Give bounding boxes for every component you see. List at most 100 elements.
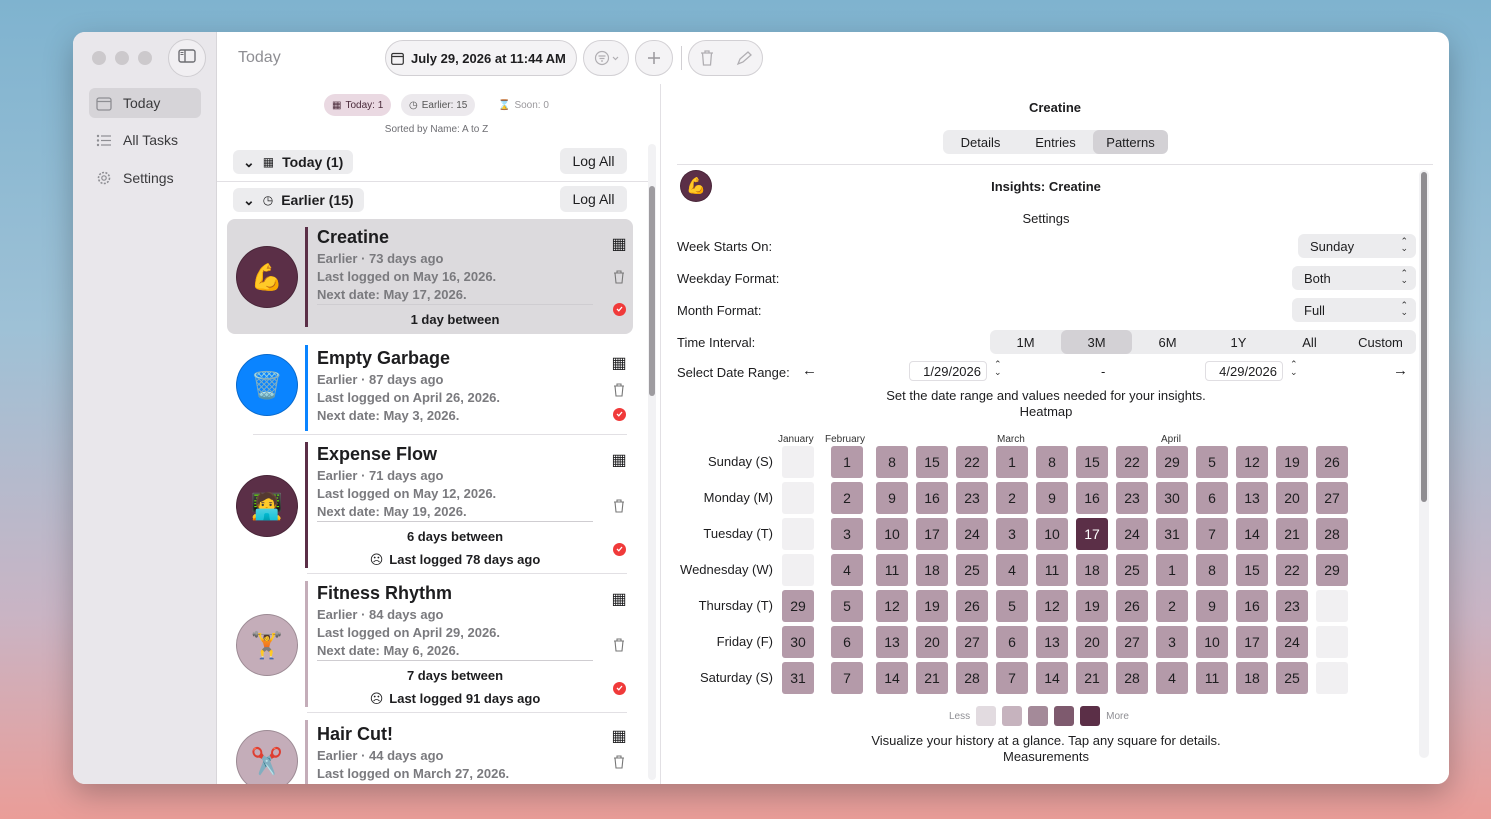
interval-1y[interactable]: 1Y: [1203, 330, 1274, 354]
heatmap-cell[interactable]: 24: [1276, 626, 1308, 658]
heatmap-cell[interactable]: 11: [1196, 662, 1228, 694]
heatmap-cell[interactable]: 5: [1196, 446, 1228, 478]
heatmap-cell[interactable]: 8: [1036, 446, 1068, 478]
weekday-format-select[interactable]: Both ⌃ ⌄: [1292, 266, 1416, 290]
heatmap-cell[interactable]: 10: [876, 518, 908, 550]
calendar-badge-icon[interactable]: ▦: [611, 452, 627, 469]
heatmap-cell[interactable]: 20: [1276, 482, 1308, 514]
calendar-badge-icon[interactable]: ▦: [611, 236, 627, 253]
heatmap-cell[interactable]: 7: [996, 662, 1028, 694]
heatmap-cell[interactable]: 1: [996, 446, 1028, 478]
heatmap-cell[interactable]: 7: [831, 662, 863, 694]
sidebar-item-all-tasks[interactable]: All Tasks: [89, 125, 201, 155]
calendar-badge-icon[interactable]: ▦: [611, 591, 627, 608]
interval-all[interactable]: All: [1274, 330, 1345, 354]
heatmap-cell[interactable]: 15: [1236, 554, 1268, 586]
close-window-button[interactable]: [92, 51, 106, 65]
heatmap-cell[interactable]: 5: [996, 590, 1028, 622]
start-date-field[interactable]: 1/29/2026: [909, 361, 987, 381]
heatmap-cell[interactable]: 21: [916, 662, 948, 694]
heatmap-cell[interactable]: 23: [1116, 482, 1148, 514]
sidebar-item-settings[interactable]: Settings: [89, 163, 201, 193]
log-all-earlier-button[interactable]: Log All: [560, 186, 627, 212]
heatmap-cell[interactable]: 8: [876, 446, 908, 478]
interval-6m[interactable]: 6M: [1132, 330, 1203, 354]
heatmap-cell[interactable]: 9: [1196, 590, 1228, 622]
task-card-empty-garbage[interactable]: 🗑️ Empty Garbage Earlier · 87 days ago L…: [227, 340, 633, 436]
heatmap-cell[interactable]: 13: [1236, 482, 1268, 514]
heatmap-cell[interactable]: 4: [831, 554, 863, 586]
date-picker-button[interactable]: July 29, 2026 at 11:44 AM: [385, 40, 577, 76]
heatmap-cell[interactable]: 27: [956, 626, 988, 658]
heatmap-cell[interactable]: 9: [876, 482, 908, 514]
heatmap-cell[interactable]: 15: [1076, 446, 1108, 478]
heatmap-cell[interactable]: 24: [956, 518, 988, 550]
heatmap-cell[interactable]: 6: [996, 626, 1028, 658]
interval-1m[interactable]: 1M: [990, 330, 1061, 354]
heatmap-cell[interactable]: 18: [916, 554, 948, 586]
heatmap-cell[interactable]: 17: [1236, 626, 1268, 658]
heatmap-cell[interactable]: 28: [1116, 662, 1148, 694]
heatmap-cell[interactable]: 16: [916, 482, 948, 514]
minimize-window-button[interactable]: [115, 51, 129, 65]
start-date-stepper[interactable]: ⌃ ⌄: [994, 360, 1002, 377]
interval-custom[interactable]: Custom: [1345, 330, 1416, 354]
trash-icon[interactable]: [699, 49, 715, 67]
heatmap-cell[interactable]: 13: [1036, 626, 1068, 658]
heatmap-cell[interactable]: 2: [996, 482, 1028, 514]
heatmap-cell[interactable]: 26: [956, 590, 988, 622]
scrollbar-thumb[interactable]: [1421, 172, 1427, 502]
heatmap-cell[interactable]: 19: [1276, 446, 1308, 478]
heatmap-cell[interactable]: 7: [1196, 518, 1228, 550]
heatmap-cell[interactable]: 16: [1076, 482, 1108, 514]
heatmap-cell[interactable]: 16: [1236, 590, 1268, 622]
heatmap-cell[interactable]: 28: [956, 662, 988, 694]
heatmap-cell[interactable]: 3: [831, 518, 863, 550]
heatmap-cell[interactable]: 2: [831, 482, 863, 514]
heatmap-cell[interactable]: 10: [1196, 626, 1228, 658]
heatmap-cell[interactable]: 27: [1116, 626, 1148, 658]
checkmark-icon[interactable]: [611, 680, 627, 696]
heatmap-cell[interactable]: 4: [996, 554, 1028, 586]
heatmap-cell[interactable]: 11: [876, 554, 908, 586]
heatmap-cell[interactable]: 14: [876, 662, 908, 694]
calendar-badge-icon[interactable]: ▦: [611, 355, 627, 372]
heatmap-cell[interactable]: 25: [1276, 662, 1308, 694]
heatmap-cell[interactable]: 23: [1276, 590, 1308, 622]
trash-icon[interactable]: [611, 498, 627, 514]
calendar-badge-icon[interactable]: ▦: [611, 728, 627, 745]
sidebar-toggle-button[interactable]: [168, 39, 206, 77]
end-date-stepper[interactable]: ⌃ ⌄: [1290, 360, 1298, 377]
heatmap-cell[interactable]: 22: [1276, 554, 1308, 586]
trash-icon[interactable]: [611, 637, 627, 653]
heatmap-cell[interactable]: 31: [782, 662, 814, 694]
heatmap-cell[interactable]: 18: [1236, 662, 1268, 694]
scrollbar-thumb[interactable]: [649, 186, 655, 396]
heatmap-cell[interactable]: 30: [782, 626, 814, 658]
pencil-icon[interactable]: [736, 50, 752, 66]
tab-details[interactable]: Details: [943, 130, 1018, 154]
heatmap-cell[interactable]: 20: [1076, 626, 1108, 658]
add-task-button[interactable]: [635, 40, 673, 76]
heatmap-cell[interactable]: 29: [1316, 554, 1348, 586]
detail-scrollbar[interactable]: [1419, 170, 1429, 758]
heatmap-cell[interactable]: 22: [1116, 446, 1148, 478]
today-filter-chip[interactable]: ▦ Today: 1: [324, 94, 392, 116]
heatmap-cell[interactable]: 15: [916, 446, 948, 478]
zoom-window-button[interactable]: [138, 51, 152, 65]
heatmap-cell[interactable]: 21: [1276, 518, 1308, 550]
sidebar-item-today[interactable]: Today: [89, 88, 201, 118]
heatmap-cell[interactable]: 3: [996, 518, 1028, 550]
tab-entries[interactable]: Entries: [1018, 130, 1093, 154]
checkmark-icon[interactable]: [611, 301, 627, 317]
heatmap-cell[interactable]: 24: [1116, 518, 1148, 550]
heatmap-cell[interactable]: 1: [1156, 554, 1188, 586]
trash-icon[interactable]: [611, 269, 627, 285]
heatmap-cell[interactable]: 17: [916, 518, 948, 550]
heatmap-cell[interactable]: 17: [1076, 518, 1108, 550]
list-scrollbar[interactable]: [648, 144, 656, 780]
interval-3m[interactable]: 3M: [1061, 330, 1132, 354]
heatmap-cell[interactable]: 18: [1076, 554, 1108, 586]
trash-icon[interactable]: [611, 754, 627, 770]
task-card-hair-cut[interactable]: ✂️ Hair Cut! Earlier · 44 days ago Last …: [227, 718, 633, 784]
